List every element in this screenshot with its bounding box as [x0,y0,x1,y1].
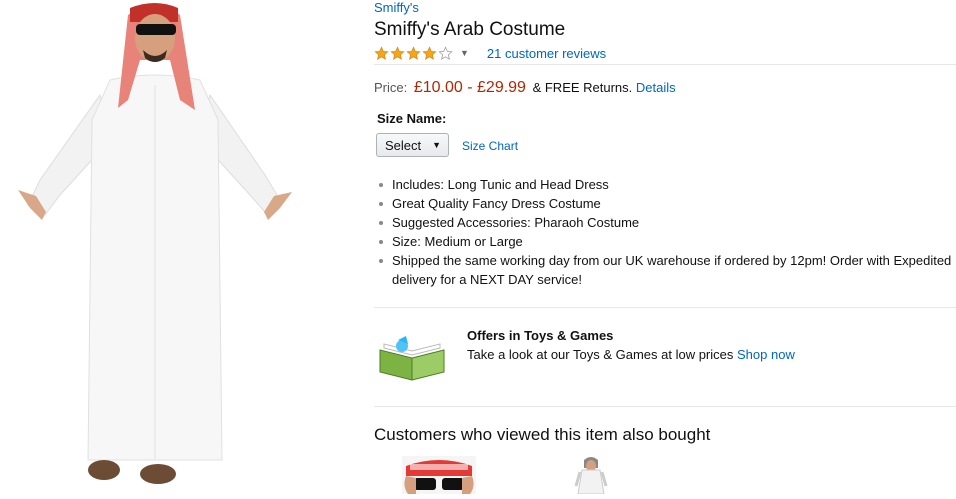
related-product-thumbnail[interactable] [574,456,608,499]
related-product-thumbnail[interactable] [402,456,476,499]
star-filled-icon [406,45,421,60]
list-item: Suggested Accessories: Pharaoh Costume [374,213,956,232]
size-name-label: Size Name: [377,111,447,126]
offers-heading: Offers in Toys & Games [467,328,614,343]
divider [374,307,956,308]
product-title: Smiffy's Arab Costume [374,19,566,40]
book-icon[interactable] [376,336,448,387]
price-label: Price: [374,80,408,95]
divider [374,406,956,407]
price-value: £10.00 - £29.99 [413,79,526,96]
star-rating[interactable] [374,45,454,61]
list-item: Includes: Long Tunic and Head Dress [374,175,956,194]
product-image[interactable] [0,0,330,494]
shop-now-link[interactable]: Shop now [737,347,795,362]
brand-link[interactable]: Smiffy's [374,0,419,15]
divider [374,64,956,65]
star-filled-icon [390,45,405,60]
offers-description: Take a look at our Toys & Games at low p… [467,347,734,362]
feature-bullets: Includes: Long Tunic and Head Dress Grea… [374,175,956,289]
offers-panel: Offers in Toys & Games Take a look at ou… [374,320,956,390]
customer-reviews-link[interactable]: 21 customer reviews [487,46,606,61]
list-item: Great Quality Fancy Dress Costume [374,194,956,213]
size-select[interactable]: Select ▼ [376,133,449,157]
size-select-value: Select [385,137,422,153]
list-item: Shipped the same working day from our UK… [374,251,956,289]
star-empty-icon [438,45,453,60]
details-link[interactable]: Details [636,80,676,95]
rating-row: ▼ 21 customer reviews [374,44,606,62]
also-bought-heading: Customers who viewed this item also boug… [374,425,711,444]
list-item: Size: Medium or Large [374,232,956,251]
chevron-down-icon[interactable]: ▼ [460,48,469,58]
free-returns-text: & FREE Returns. [532,80,633,95]
size-chart-link[interactable]: Size Chart [462,139,518,153]
offers-text: Take a look at our Toys & Games at low p… [467,347,795,362]
star-filled-icon [422,45,437,60]
price-row: Price: £10.00 - £29.99 & FREE Returns. D… [374,79,676,97]
star-filled-icon [374,45,389,60]
dropdown-arrow-icon: ▼ [432,140,441,150]
